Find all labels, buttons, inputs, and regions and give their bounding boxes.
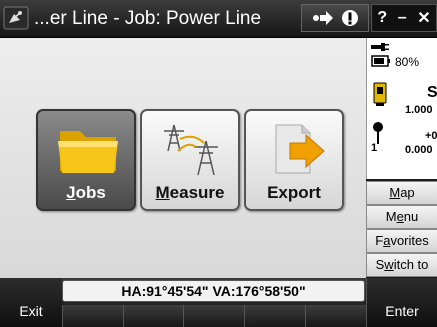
measure-label: easure (169, 183, 225, 202)
survey-towers-icon (164, 124, 218, 176)
station-value: 1.000 (405, 104, 433, 116)
measure-label-mnemonic: M (155, 183, 170, 202)
softkey-4[interactable] (244, 305, 305, 327)
enter-button[interactable]: Enter (366, 278, 437, 327)
window-controls: ? – ✕ (371, 4, 437, 32)
softkey-2[interactable] (123, 305, 183, 327)
status-panel[interactable]: 80% S 1.000 1 +0 0.000 (366, 38, 437, 179)
prism-count: 1 (371, 142, 378, 154)
route-arrow-icon (312, 11, 333, 25)
power-plug-icon (371, 43, 389, 51)
angle-readout: HA:91°45'54" VA:176°58'50" (62, 280, 365, 302)
minimize-button[interactable]: – (398, 9, 407, 27)
export-tile[interactable]: Export (244, 109, 344, 211)
help-button[interactable]: ? (377, 9, 387, 27)
close-button[interactable]: ✕ (417, 8, 430, 28)
prism-height: 0.000 (405, 144, 433, 156)
favorites-button[interactable]: Favorites (366, 229, 437, 253)
softkey-1[interactable] (62, 305, 123, 327)
folder-icon (58, 131, 118, 173)
export-arrow-icon (275, 124, 325, 174)
window-title: ...er Line - Job: Power Line (34, 8, 262, 29)
title-bar: ...er Line - Job: Power Line ? – ✕ (0, 0, 437, 38)
switch-to-button[interactable]: Switch to (366, 253, 437, 277)
satellite-dish-icon[interactable] (3, 6, 29, 30)
exit-button[interactable]: Exit (0, 278, 62, 327)
jobs-tile[interactable]: Jobs (36, 109, 136, 211)
total-station-icon (373, 82, 387, 106)
battery-icon (371, 55, 390, 67)
jobs-label-mnemonic: J (66, 183, 76, 202)
menu-button[interactable]: Menu (366, 205, 437, 229)
battery-percent: 80% (395, 55, 420, 69)
navigation-button[interactable] (301, 4, 369, 32)
prism-offset: +0 (425, 130, 437, 142)
station-label: S (427, 84, 437, 101)
jobs-label: obs (75, 183, 106, 202)
warning-icon (341, 10, 358, 26)
softkey-3[interactable] (183, 305, 244, 327)
main-menu-area: Jobs Measure Export (0, 38, 366, 278)
prism-pole-icon (373, 122, 383, 144)
softkey-5[interactable] (305, 305, 366, 327)
measure-tile[interactable]: Measure (140, 109, 240, 211)
export-label: Export (267, 183, 321, 202)
map-button[interactable]: Map (366, 181, 437, 205)
